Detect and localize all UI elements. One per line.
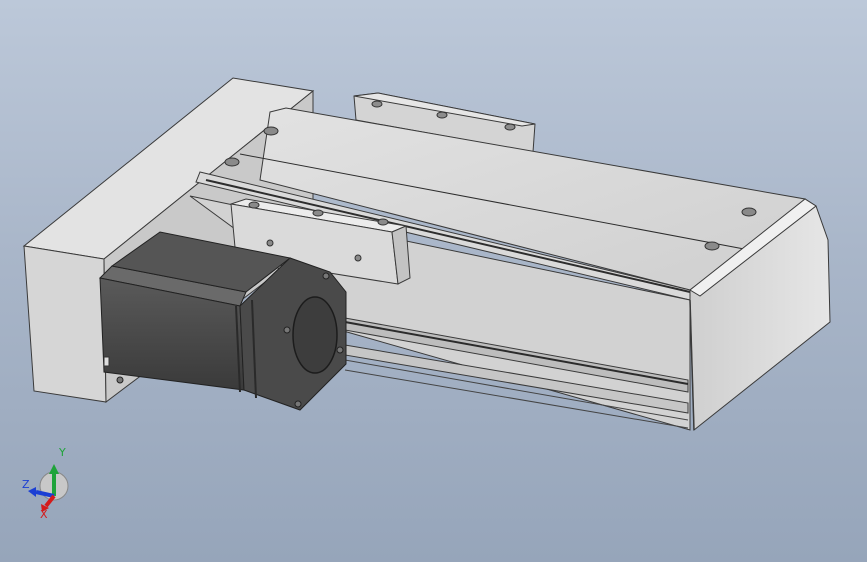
z-axis-label: Z bbox=[22, 478, 30, 491]
y-axis-arrowhead bbox=[49, 464, 59, 474]
x-axis-label: X bbox=[40, 508, 48, 520]
orientation-triad[interactable]: Y Z X bbox=[14, 444, 74, 520]
graphics-viewport[interactable]: Y Z X bbox=[0, 0, 867, 562]
cad-model[interactable] bbox=[0, 0, 867, 562]
y-axis-label: Y bbox=[58, 446, 66, 459]
